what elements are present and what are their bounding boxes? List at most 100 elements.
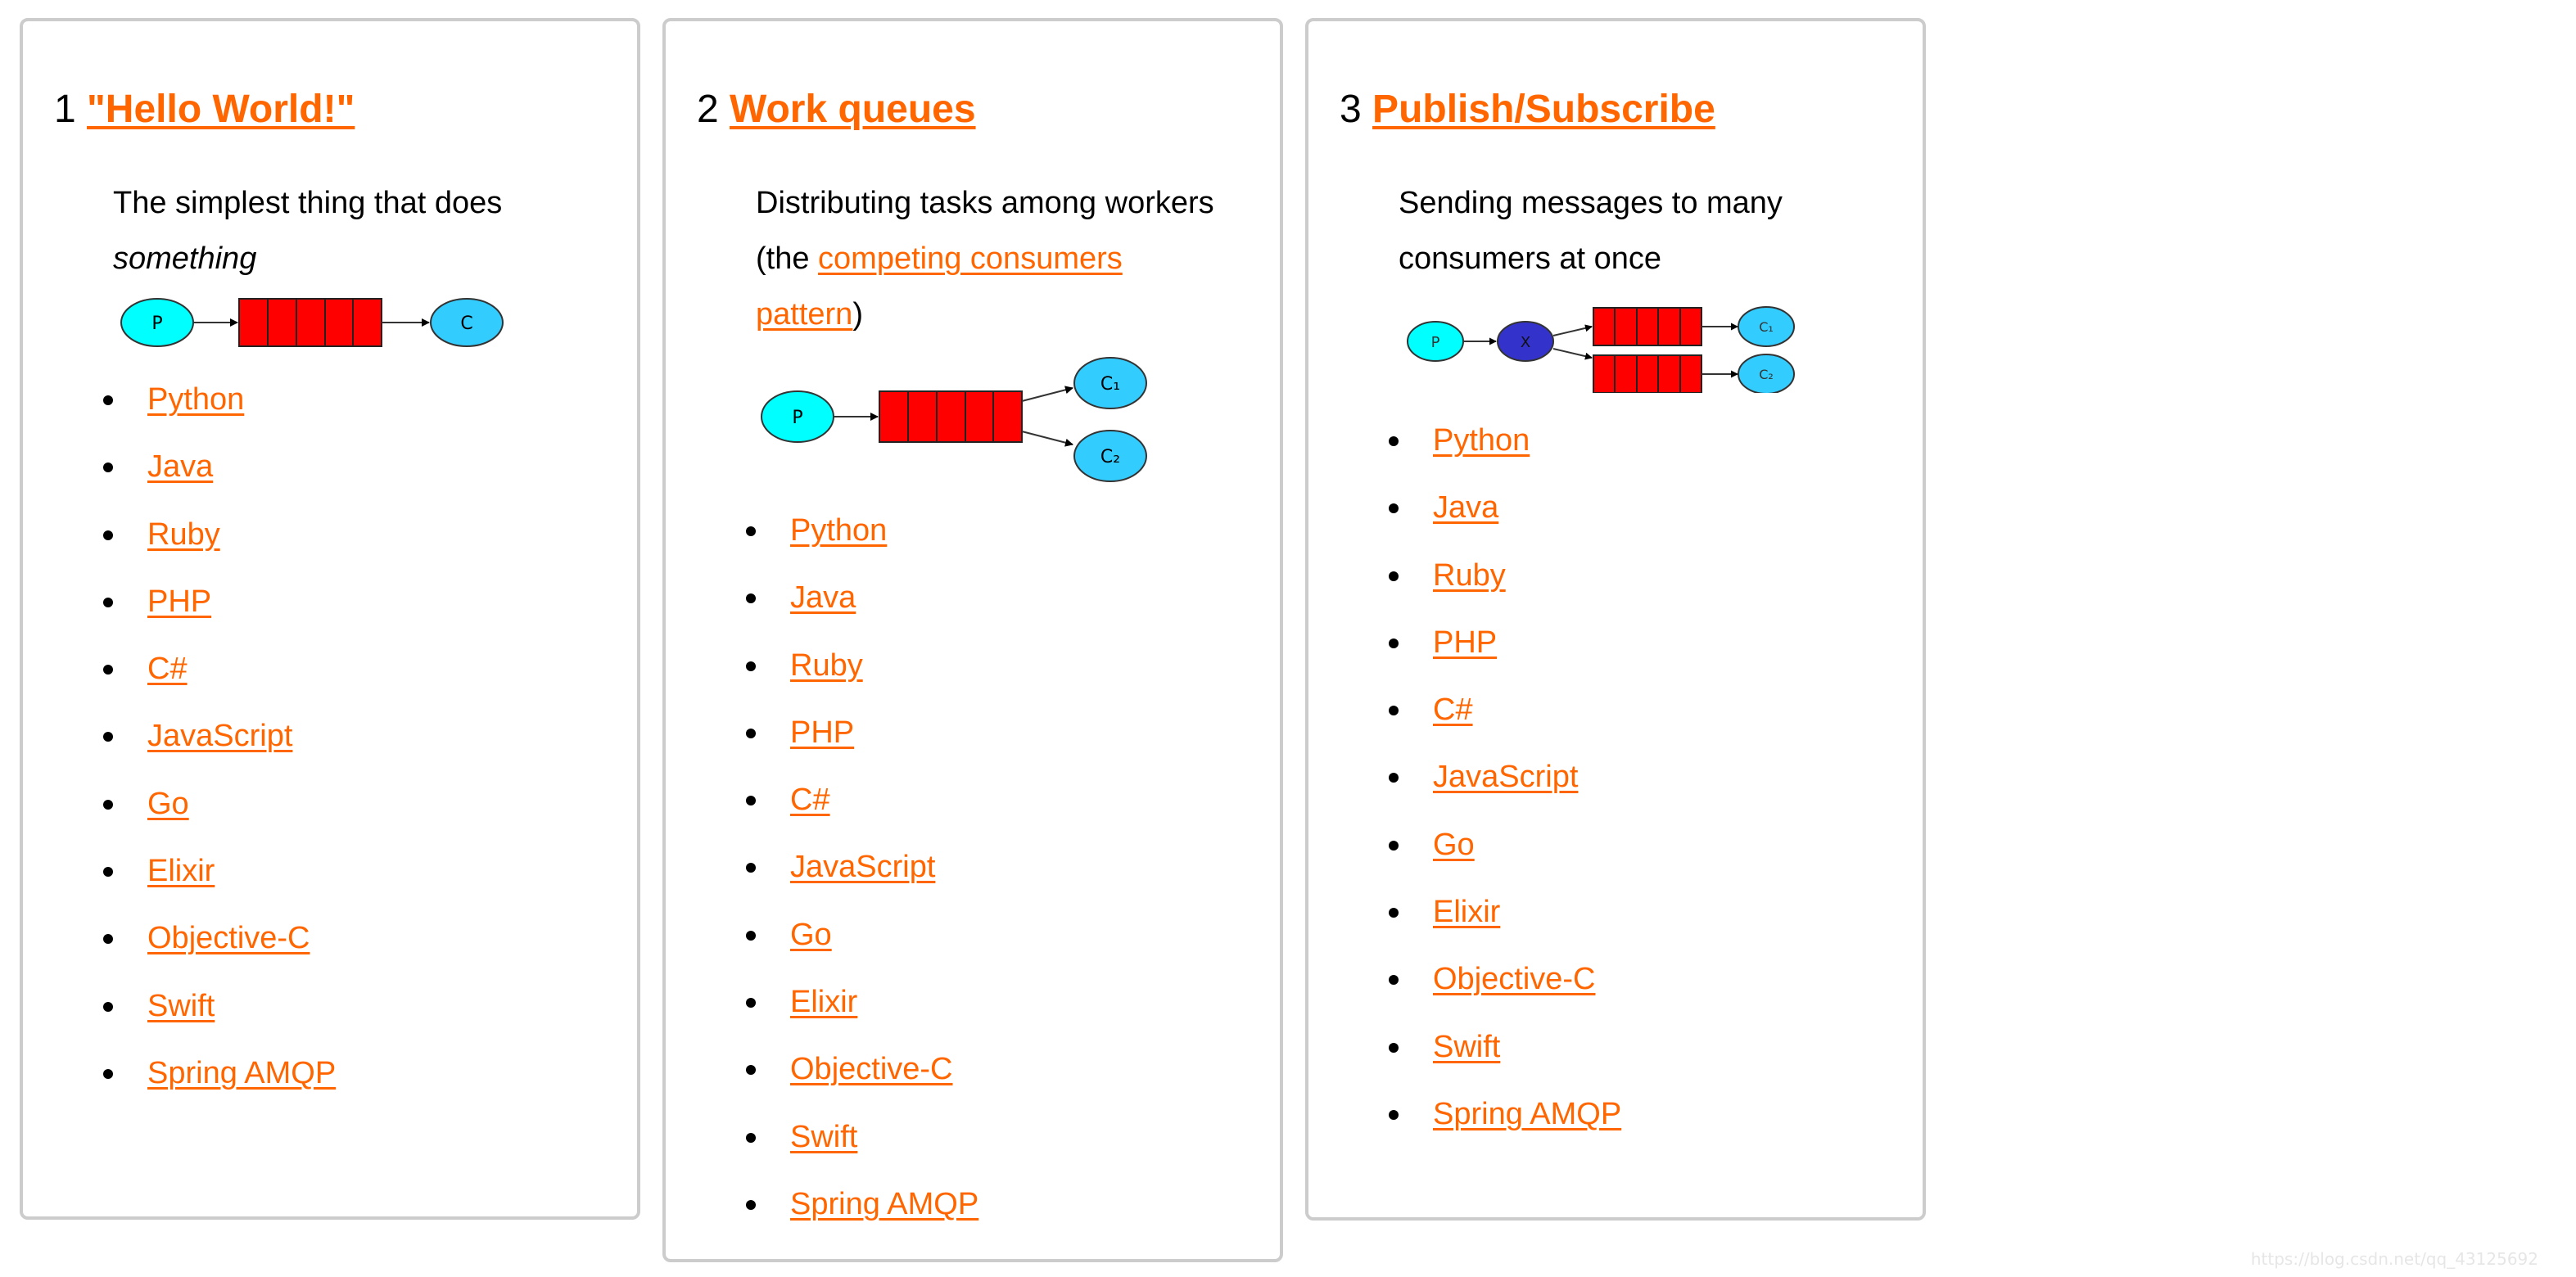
list-item: Java: [70, 440, 336, 508]
list-item: Python: [1356, 414, 1621, 481]
list-item: Objective-C: [1356, 953, 1621, 1020]
list-item: Swift: [713, 1111, 978, 1178]
language-link-java[interactable]: Java: [147, 449, 213, 484]
bullet-icon: [103, 934, 113, 945]
bullet-icon: [746, 526, 756, 536]
tutorial-card-work-queues: 2 Work queues Distributing tasks among w…: [662, 18, 1283, 1262]
list-item: Elixir: [713, 976, 978, 1043]
language-list: Python Java Ruby PHP C# JavaScript Go El…: [70, 373, 336, 1114]
list-item: Go: [713, 909, 978, 976]
language-link-javascript[interactable]: JavaScript: [147, 719, 292, 753]
list-item: Spring AMQP: [713, 1178, 978, 1245]
tutorial-number: 2: [697, 88, 719, 131]
consumer-label: C₁: [1759, 319, 1774, 335]
list-item: PHP: [713, 706, 978, 774]
list-item: Objective-C: [713, 1043, 978, 1110]
language-link-swift[interactable]: Swift: [790, 1120, 857, 1154]
language-link-elixir[interactable]: Elixir: [1433, 895, 1500, 929]
language-link-spring-amqp[interactable]: Spring AMQP: [790, 1187, 978, 1221]
language-link-spring-amqp[interactable]: Spring AMQP: [147, 1056, 336, 1090]
queue: [1593, 307, 1702, 346]
list-item: PHP: [70, 575, 336, 643]
language-link-python[interactable]: Python: [790, 513, 887, 548]
language-link-javascript[interactable]: JavaScript: [790, 850, 935, 884]
language-link-javascript[interactable]: JavaScript: [1433, 760, 1578, 794]
card-title: 3 Publish/Subscribe: [1340, 83, 1715, 136]
bullet-icon: [746, 930, 756, 941]
list-item: JavaScript: [70, 710, 336, 777]
language-link-objective-c[interactable]: Objective-C: [1433, 962, 1596, 996]
description-suffix: ): [852, 297, 863, 332]
queue: [238, 298, 382, 347]
bullet-icon: [103, 732, 113, 742]
tutorial-title-link[interactable]: Work queues: [730, 88, 976, 131]
bullet-icon: [1389, 638, 1399, 648]
producer-label: P: [1431, 334, 1440, 351]
list-item: Ruby: [713, 639, 978, 706]
queue: [879, 390, 1023, 443]
language-link-ruby[interactable]: Ruby: [790, 648, 863, 683]
language-link-csharp[interactable]: C#: [147, 652, 188, 686]
bullet-icon: [1389, 840, 1399, 851]
arrow: [1021, 431, 1073, 447]
language-link-php[interactable]: PHP: [147, 584, 211, 619]
list-item: Go: [70, 778, 336, 845]
bullet-icon: [103, 665, 113, 675]
list-item: Ruby: [1356, 549, 1621, 616]
language-link-swift[interactable]: Swift: [1433, 1030, 1500, 1064]
bullet-icon: [1389, 773, 1399, 783]
tutorial-description: Sending messages to many consumers at on…: [1399, 175, 1857, 287]
consumer-label: C₂: [1759, 367, 1774, 382]
bullet-icon: [746, 661, 756, 671]
bullet-icon: [746, 796, 756, 806]
list-item: C#: [1356, 684, 1621, 751]
language-link-php[interactable]: PHP: [1433, 625, 1497, 660]
tutorial-description: The simplest thing that does something: [113, 175, 572, 287]
language-link-ruby[interactable]: Ruby: [1433, 558, 1506, 593]
producer-label: P: [792, 408, 802, 428]
language-link-php[interactable]: PHP: [790, 715, 854, 750]
bullet-icon: [103, 597, 113, 607]
language-link-go[interactable]: Go: [1433, 828, 1475, 862]
language-link-ruby[interactable]: Ruby: [147, 517, 220, 552]
list-item: PHP: [1356, 616, 1621, 684]
language-link-java[interactable]: Java: [1433, 490, 1498, 525]
bullet-icon: [103, 463, 113, 473]
list-item: Swift: [70, 980, 336, 1047]
list-item: Swift: [1356, 1021, 1621, 1088]
language-link-csharp[interactable]: C#: [790, 783, 830, 817]
language-link-csharp[interactable]: C#: [1433, 693, 1473, 727]
language-list: Python Java Ruby PHP C# JavaScript Go El…: [713, 504, 978, 1245]
language-link-go[interactable]: Go: [790, 918, 832, 952]
language-link-go[interactable]: Go: [147, 787, 189, 821]
bullet-icon: [746, 728, 756, 738]
language-link-objective-c[interactable]: Objective-C: [147, 921, 310, 955]
list-item: Java: [1356, 481, 1621, 548]
bullet-icon: [746, 593, 756, 604]
bullet-icon: [103, 1068, 113, 1079]
language-link-objective-c[interactable]: Objective-C: [790, 1052, 953, 1086]
tutorial-card-publish-subscribe: 3 Publish/Subscribe Sending messages to …: [1305, 18, 1926, 1221]
list-item: Spring AMQP: [70, 1047, 336, 1114]
tutorial-title-link[interactable]: "Hello World!": [87, 88, 355, 131]
language-link-java[interactable]: Java: [790, 580, 856, 615]
bullet-icon: [103, 395, 113, 405]
language-link-elixir[interactable]: Elixir: [790, 985, 857, 1019]
list-item: Elixir: [70, 845, 336, 912]
consumer-label: C₂: [1100, 447, 1120, 467]
language-link-python[interactable]: Python: [147, 382, 244, 417]
bullet-icon: [1389, 1109, 1399, 1120]
bullet-icon: [1389, 436, 1399, 446]
bullet-icon: [746, 1065, 756, 1076]
language-link-spring-amqp[interactable]: Spring AMQP: [1433, 1097, 1621, 1131]
language-link-swift[interactable]: Swift: [147, 989, 215, 1023]
language-link-elixir[interactable]: Elixir: [147, 854, 215, 888]
work-queue-diagram: P C₁ C₂: [761, 357, 1147, 482]
language-link-python[interactable]: Python: [1433, 423, 1530, 458]
tutorial-title-link[interactable]: Publish/Subscribe: [1372, 88, 1715, 131]
bullet-icon: [103, 530, 113, 540]
bullet-icon: [1389, 706, 1399, 716]
bullet-icon: [103, 1001, 113, 1012]
tutorial-number: 1: [54, 88, 76, 131]
tutorial-number: 3: [1340, 88, 1362, 131]
